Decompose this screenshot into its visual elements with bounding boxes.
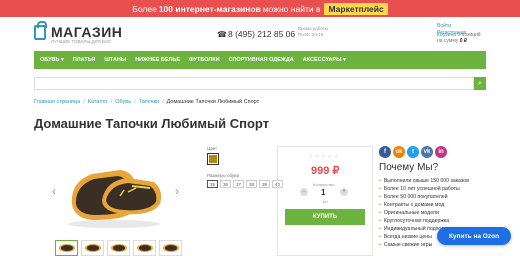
product-price: 999 ₽	[311, 165, 340, 177]
list-item: Контракты с домами мод	[379, 201, 469, 209]
size-option[interactable]: 37	[233, 180, 244, 188]
size-label: Размеры обуви	[207, 173, 240, 178]
search-icon: ⌕	[478, 79, 482, 87]
working-hours: Время работы Пн-Вс 10-19	[298, 26, 328, 38]
phone-icon: ☎	[217, 30, 227, 39]
page-title: Домашние Тапочки Любимый Спорт	[34, 116, 270, 131]
thumbnail[interactable]	[81, 240, 104, 256]
quantity-increase-button[interactable]: +	[340, 188, 348, 196]
nav-item-tshirts[interactable]: ФУТБОЛКИ	[189, 57, 220, 63]
nav-item-shoes[interactable]: ОБУВЬ ▾	[40, 57, 64, 63]
thumbnail[interactable]	[107, 240, 130, 256]
list-item: Более 50 000 покупателей	[379, 193, 469, 201]
quantity-decrease-button[interactable]: −	[300, 188, 308, 196]
social-share: f ok t vk in	[379, 146, 447, 158]
why-us-title: Почему Мы?	[379, 162, 439, 173]
size-option[interactable]: 38	[246, 180, 257, 188]
login-link[interactable]: Войти	[437, 23, 466, 30]
marketplace-link[interactable]: Маркетплейс	[324, 2, 388, 15]
nav-item-underwear[interactable]: НИЖНЕЕ БЕЛЬЕ	[135, 57, 180, 63]
instagram-icon[interactable]: in	[435, 146, 447, 158]
list-item: Более 10 лет успешной работы	[379, 185, 469, 193]
size-option[interactable]: 35	[207, 180, 218, 188]
list-item: Оригинальные модели	[379, 209, 469, 217]
size-option[interactable]: 39	[259, 180, 270, 188]
breadcrumb-current: Домашние Тапочки Любимый Спорт	[166, 99, 260, 105]
nav-item-sportswear[interactable]: СПОРТИВНАЯ ОДЕЖДА	[229, 57, 294, 63]
thumbnail[interactable]	[133, 240, 156, 256]
color-swatch[interactable]	[207, 153, 219, 165]
nav-label: ОБУВЬ	[40, 57, 60, 63]
promo-banner[interactable]: Более 100 интернет-магазинов можно найти…	[0, 0, 520, 17]
breadcrumb-item[interactable]: Главная страница	[34, 99, 80, 105]
breadcrumb: Главная страница / Каталог / Обувь / Тапочки / Д…	[34, 99, 260, 105]
quantity-value[interactable]: 1	[321, 188, 325, 197]
cart-sum: 0 ₽	[459, 38, 468, 44]
breadcrumb-item[interactable]: Тапочки	[139, 99, 159, 105]
promo-highlight: 100 интернет-магазинов	[158, 3, 261, 14]
rating-stars[interactable]: ☆☆☆☆☆	[308, 153, 340, 160]
search-input[interactable]	[34, 77, 474, 90]
promo-text-before: Более	[132, 3, 157, 14]
search-button[interactable]: ⌕	[474, 77, 486, 90]
phone-number[interactable]: 8 (495) 212 85 06	[228, 29, 295, 39]
cart-sum-label: на сумму	[437, 38, 459, 44]
buy-button[interactable]: КУПИТЬ	[285, 209, 365, 225]
vk-icon[interactable]: vk	[421, 146, 433, 158]
hours-value: Пн-Вс 10-19	[298, 32, 324, 37]
shopping-bag-icon[interactable]	[34, 21, 47, 40]
quantity-unit: шт	[323, 199, 329, 204]
nav-item-pants[interactable]: ШТАНЫ	[104, 57, 126, 63]
size-option[interactable]: 36	[220, 180, 231, 188]
list-item: Круглосуточная поддержка	[379, 217, 469, 225]
nav-item-accessories[interactable]: АКСЕССУАРЫ ▾	[303, 57, 346, 63]
color-label: Цвет	[207, 146, 218, 151]
logo-name[interactable]: МАГАЗИН	[51, 24, 122, 40]
nav-label: АКСЕССУАРЫ	[302, 57, 342, 63]
site-header: МАГАЗИН ЛУЧШИЕ ТОВАРЫ ДЛЯ ВАС ☎ 8 (495) …	[0, 17, 520, 50]
main-nav: ОБУВЬ ▾ ПЛАТЬЯ ШТАНЫ НИЖНЕЕ БЕЛЬЕ ФУТБОЛ…	[34, 51, 486, 69]
nav-item-dresses[interactable]: ПЛАТЬЯ	[73, 57, 96, 63]
cart-summary[interactable]: Корзина 0 позиций на сумму 0 ₽	[437, 32, 481, 44]
odnoklassniki-icon[interactable]: ok	[393, 146, 405, 158]
logo-tagline: ЛУЧШИЕ ТОВАРЫ ДЛЯ ВАС	[51, 39, 112, 44]
chevron-right-icon[interactable]: ›	[175, 184, 179, 198]
breadcrumb-item[interactable]: Обувь	[115, 99, 131, 105]
thumbnail[interactable]	[55, 240, 78, 256]
list-item: Выполнили свыше 150 000 заказов	[379, 177, 469, 185]
buy-on-ozon-button[interactable]: Купить на Ozon	[437, 227, 511, 245]
chevron-left-icon[interactable]: ‹	[52, 184, 56, 198]
facebook-icon[interactable]: f	[379, 146, 391, 158]
product-thumbnails	[55, 240, 182, 256]
thumbnail[interactable]	[159, 240, 182, 256]
product-image	[68, 170, 162, 228]
twitter-icon[interactable]: t	[407, 146, 419, 158]
quantity-label: Количество	[313, 182, 335, 187]
promo-text-after: можно найти в	[262, 3, 321, 14]
color-swatch-fill	[209, 155, 217, 163]
size-selector: 35 36 37 38 39 40	[207, 180, 283, 188]
breadcrumb-item[interactable]: Каталог	[88, 99, 108, 105]
